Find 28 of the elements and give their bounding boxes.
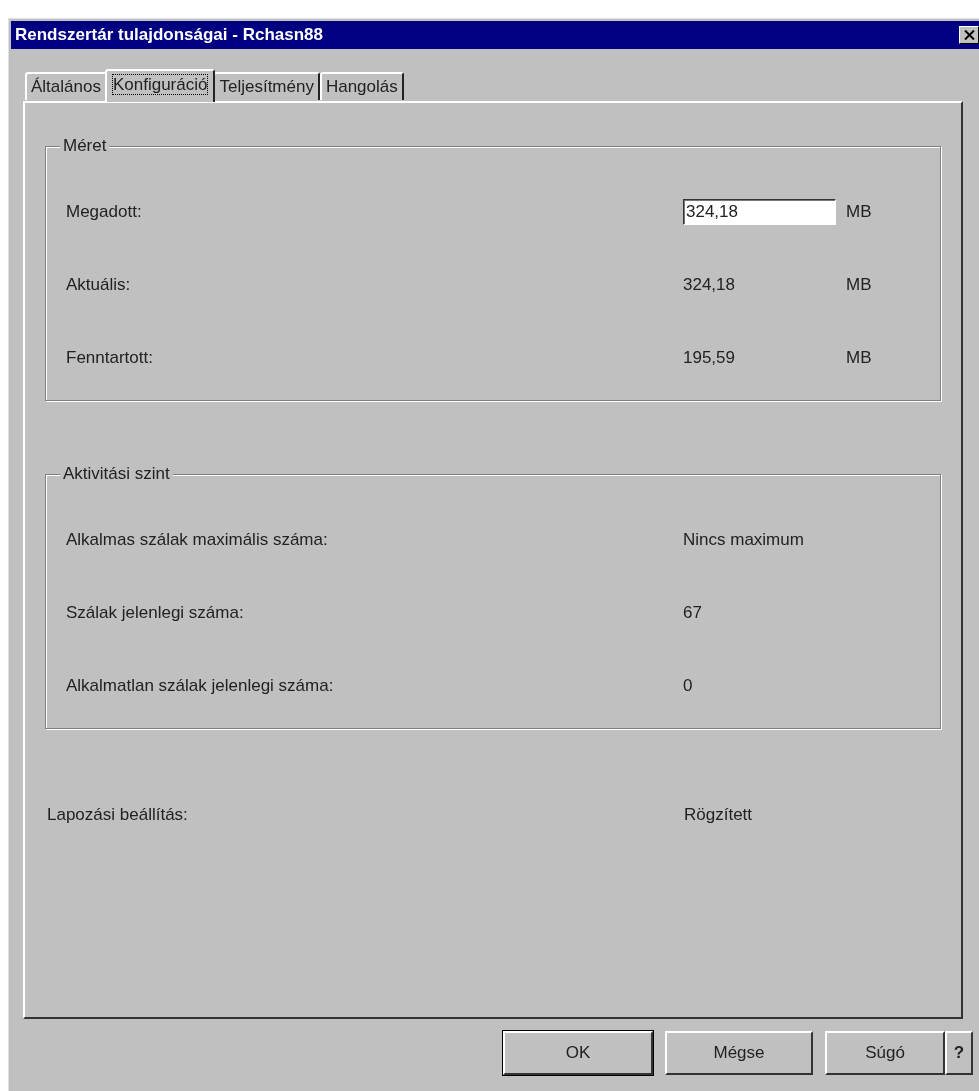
tab[interactable]: Teljesítmény [213,72,320,100]
close-icon [963,30,975,40]
dialog-button[interactable]: OK [503,1031,653,1075]
close-button[interactable] [959,26,979,44]
value-field[interactable]: 324,18 [683,198,836,225]
field-label: Fenntartott: [65,347,154,368]
help-button[interactable]: ? [945,1031,973,1075]
value-text: Nincs maximum [683,529,804,549]
field-label: Alkalmas szálak maximális száma: [65,529,329,550]
dialog-button[interactable]: Mégse [665,1031,813,1075]
value-text: 195,59 [683,347,735,367]
value-text: Rögzített [684,804,753,824]
field-label: Alkalmatlan szálak jelenlegi száma: [65,675,335,696]
field-label: Lapozási beállítás: [46,804,189,825]
unit-label: MB [846,274,873,295]
dialog-button[interactable]: Súgó [825,1031,945,1075]
unit-label: MB [846,347,873,368]
field-label: Megadott: [65,201,143,222]
tab[interactable]: Általános [25,72,107,100]
tab[interactable]: Konfiguráció [104,69,216,102]
field-label: Szálak jelenlegi száma: [65,602,245,623]
window-title: Rendszertár tulajdonságai - Rchasn88 [15,25,323,45]
value-text: 67 [683,602,702,622]
tab[interactable]: Hangolás [319,72,404,100]
value-text: 324,18 [683,274,735,294]
field-label: Aktuális: [65,274,132,295]
unit-label: MB [846,201,873,222]
value-text: 0 [683,675,693,695]
